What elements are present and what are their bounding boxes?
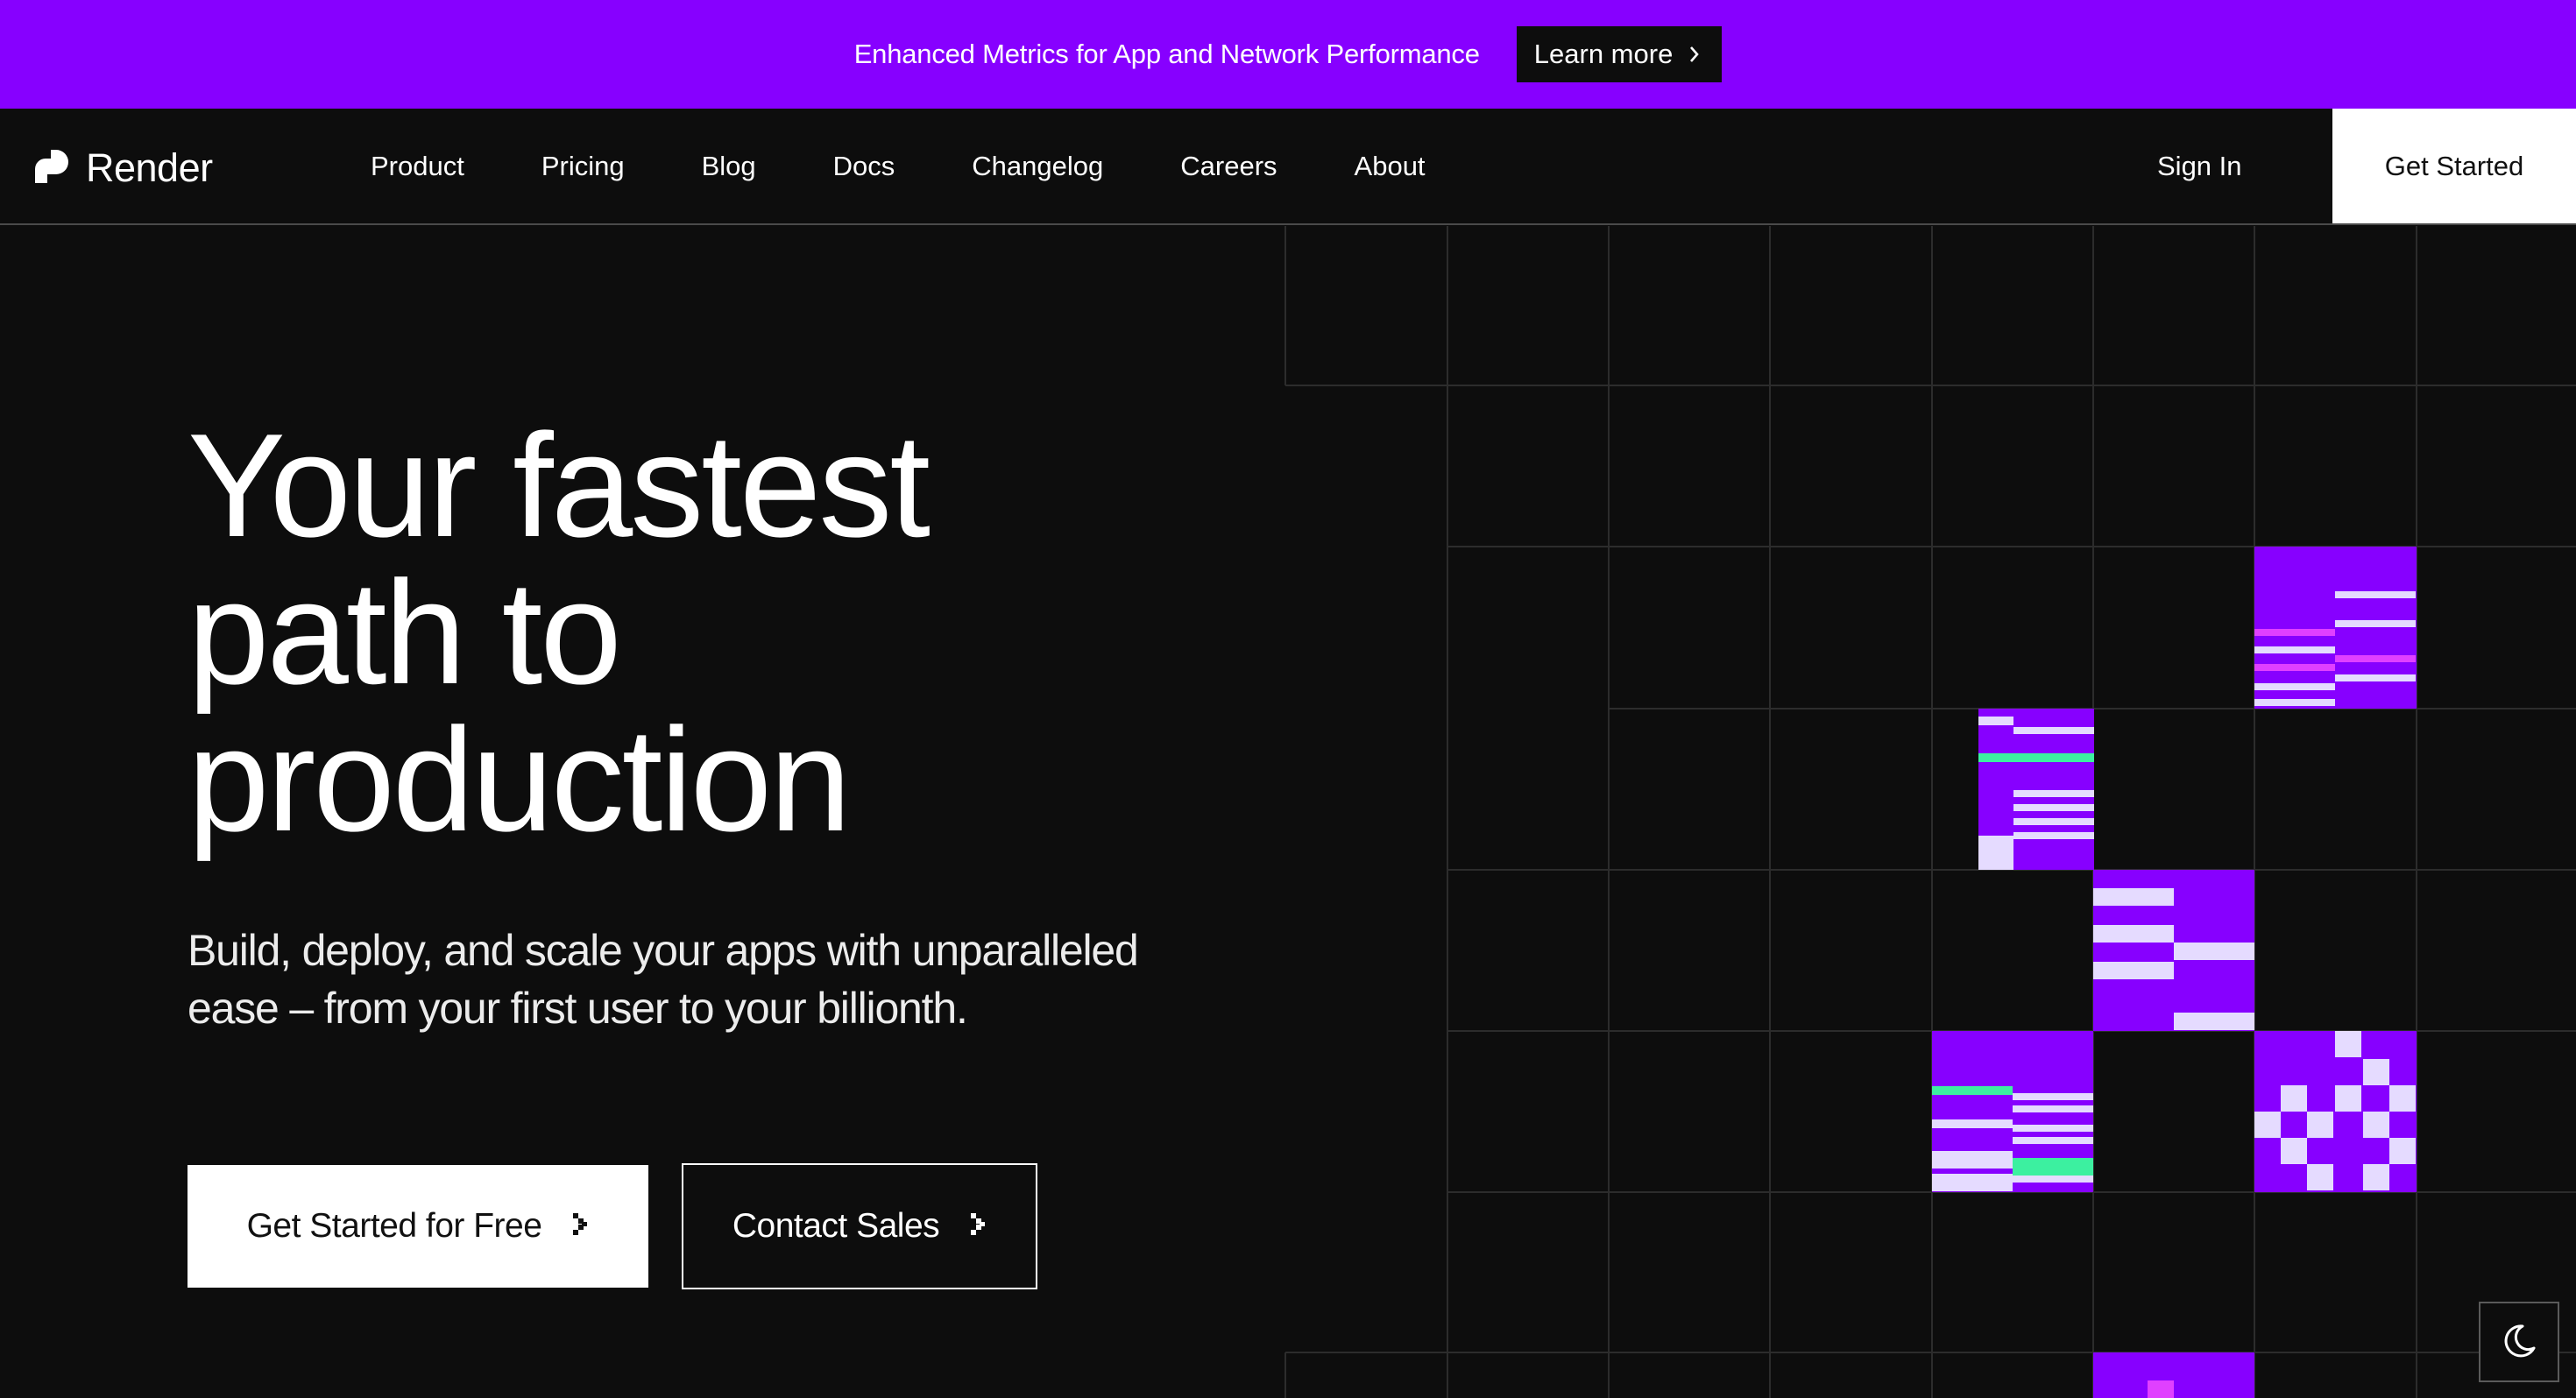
- pixel-chevron-right-icon: [969, 1207, 987, 1246]
- get-started-free-button[interactable]: Get Started for Free: [188, 1165, 648, 1288]
- hero-title-line: production: [188, 697, 852, 862]
- announcement-banner: Enhanced Metrics for App and Network Per…: [0, 0, 2576, 109]
- contact-sales-label: Contact Sales: [732, 1207, 940, 1245]
- pixel-chevron-right-icon: [571, 1207, 589, 1246]
- pixel-tile: [2254, 547, 2417, 709]
- nav-link-blog[interactable]: Blog: [702, 151, 756, 182]
- nav-link-pricing[interactable]: Pricing: [541, 151, 625, 182]
- logo-link[interactable]: Render: [33, 145, 213, 191]
- hero-title-line: path to: [188, 550, 622, 715]
- learn-more-button[interactable]: Learn more: [1516, 26, 1723, 82]
- nav-link-product[interactable]: Product: [371, 151, 464, 182]
- banner-text: Enhanced Metrics for App and Network Per…: [853, 39, 1480, 69]
- hero-subtitle: Build, deploy, and scale your apps with …: [188, 921, 1256, 1037]
- get-started-free-label: Get Started for Free: [246, 1207, 542, 1245]
- theme-toggle-button[interactable]: [2479, 1302, 2559, 1382]
- nav-link-docs[interactable]: Docs: [833, 151, 895, 182]
- pixel-tile: [1932, 1031, 2093, 1192]
- hero-subtitle-line: Build, deploy, and scale your apps with …: [188, 926, 1139, 975]
- nav-link-about[interactable]: About: [1355, 151, 1426, 182]
- get-started-button[interactable]: Get Started: [2332, 109, 2576, 223]
- render-logo-icon: [33, 148, 70, 189]
- nav-link-careers[interactable]: Careers: [1180, 151, 1277, 182]
- hero-title: Your fastest path to production: [188, 412, 1327, 853]
- nav-links: Product Pricing Blog Docs Changelog Care…: [371, 109, 1503, 223]
- nav-link-changelog[interactable]: Changelog: [972, 151, 1103, 182]
- logo-text: Render: [86, 145, 213, 190]
- learn-more-label: Learn more: [1533, 39, 1674, 69]
- pixel-tile: [2093, 1352, 2254, 1398]
- moon-icon: [2500, 1322, 2538, 1363]
- pixel-tile: [2254, 1031, 2417, 1192]
- hero-title-line: Your fastest: [188, 403, 931, 568]
- sign-in-link[interactable]: Sign In: [2157, 109, 2242, 223]
- pixel-tile: [1978, 709, 2094, 870]
- hero-subtitle-line: ease – from your first user to your bill…: [188, 984, 968, 1033]
- top-navigation: Render Product Pricing Blog Docs Changel…: [0, 109, 2576, 225]
- pixel-tile: [2093, 870, 2254, 1031]
- chevron-right-icon: [1688, 45, 1701, 64]
- contact-sales-button[interactable]: Contact Sales: [682, 1163, 1037, 1289]
